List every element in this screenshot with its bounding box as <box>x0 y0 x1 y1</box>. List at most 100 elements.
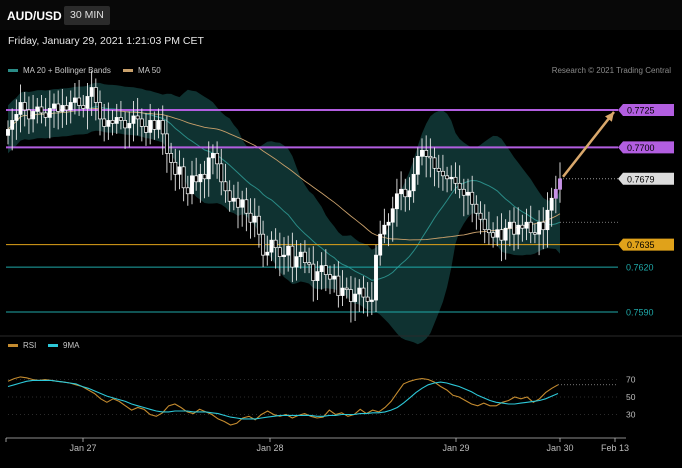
level-label-0.7635: 0.7635 <box>627 240 655 250</box>
candle-body <box>110 120 115 124</box>
candle-body <box>18 102 23 115</box>
x-tick-label-4: Feb 13 <box>601 443 629 453</box>
candle-body <box>520 224 525 229</box>
x-tick-label-0: Jan 27 <box>69 443 96 453</box>
candle-body <box>114 117 119 124</box>
candle-body <box>357 287 362 295</box>
candle-body <box>185 187 190 195</box>
candle-body <box>169 153 174 163</box>
candle-body <box>93 87 98 103</box>
candle-body <box>202 173 207 180</box>
candle-body <box>457 182 462 190</box>
candle-body <box>537 221 542 235</box>
candle-body <box>102 118 107 127</box>
candle-body <box>98 102 102 120</box>
candle-body <box>152 120 157 130</box>
candle-body <box>118 117 123 121</box>
candle-body <box>231 197 236 202</box>
candle-body <box>60 105 65 112</box>
candle-body <box>206 157 211 180</box>
candle-body <box>47 108 52 118</box>
candle-body <box>348 289 353 302</box>
candle-body <box>252 215 257 223</box>
candle-body <box>428 155 433 159</box>
candle-body <box>219 163 224 183</box>
candle-body <box>382 224 387 235</box>
candle-body <box>424 150 429 157</box>
candle-body <box>449 176 454 180</box>
level-label-0.7725: 0.7725 <box>627 105 655 115</box>
candle-body <box>378 233 383 256</box>
candle-body <box>261 233 266 256</box>
candle-body <box>181 166 186 189</box>
candle-body <box>361 287 366 298</box>
candle-body <box>407 190 412 198</box>
candle-body <box>123 120 128 129</box>
candle-body <box>6 129 10 136</box>
candle-body <box>77 97 82 106</box>
level-label-0.7679: 0.7679 <box>627 174 655 184</box>
price-chart[interactable]: 0.7725 0.7700 0.7679 0.7635 0.7620 0.7590 30 50… <box>0 0 682 468</box>
candle-body <box>470 191 475 205</box>
candle-body <box>545 209 550 231</box>
candle-body <box>39 106 44 114</box>
candle-body <box>332 275 337 280</box>
candle-body <box>365 296 370 302</box>
candle-body <box>411 173 416 192</box>
candle-body <box>52 103 56 109</box>
candle-body <box>294 256 299 268</box>
candle-body <box>541 221 546 231</box>
candle-body <box>553 188 558 199</box>
candle-body <box>173 161 178 175</box>
candle-body <box>223 181 228 192</box>
candle-body <box>432 157 437 169</box>
candle-body <box>403 188 408 198</box>
candle-body <box>26 109 31 120</box>
candle-body <box>81 105 86 109</box>
candle-body <box>10 120 15 130</box>
candle-body <box>461 188 466 196</box>
candle-body <box>436 167 441 172</box>
rsi-tick-label-30: 30 <box>626 410 636 420</box>
candle-body <box>31 111 36 120</box>
rsi-tick-label-70: 70 <box>626 375 636 385</box>
candle-body <box>139 118 144 127</box>
candle-body <box>491 232 496 238</box>
candle-body <box>177 166 182 175</box>
level-label-0.7700: 0.7700 <box>627 143 655 153</box>
candle-body <box>353 293 358 302</box>
candle-body <box>394 193 399 210</box>
candle-body <box>277 247 282 257</box>
candle-body <box>256 215 261 235</box>
candle-body <box>340 287 345 296</box>
candle-body <box>298 251 303 257</box>
candle-body <box>420 150 424 157</box>
x-tick-label-3: Jan 30 <box>546 443 573 453</box>
candle-body <box>106 120 111 127</box>
candle-body <box>466 191 470 196</box>
candle-body <box>495 229 500 238</box>
candle-body <box>399 188 404 195</box>
candle-body <box>244 199 249 214</box>
candle-body <box>386 221 391 226</box>
candle-body <box>194 175 199 183</box>
rsi-series-RSI <box>7 376 559 426</box>
candle-body <box>474 203 479 214</box>
candle-body <box>558 178 562 190</box>
candle-body <box>240 199 245 208</box>
candle-body <box>374 254 378 301</box>
x-tick-label-1: Jan 28 <box>256 443 283 453</box>
candle-body <box>499 229 504 241</box>
candle-body <box>549 197 554 211</box>
candle-body <box>507 221 512 229</box>
candle-body <box>319 265 324 272</box>
candle-body <box>269 239 274 253</box>
candle-body <box>198 173 203 183</box>
candle-body <box>440 170 445 177</box>
candle-body <box>22 102 27 111</box>
candle-body <box>265 251 270 256</box>
candle-body <box>286 245 291 256</box>
candle-body <box>516 224 521 235</box>
candle-body <box>160 120 165 135</box>
candle-body <box>445 175 450 180</box>
